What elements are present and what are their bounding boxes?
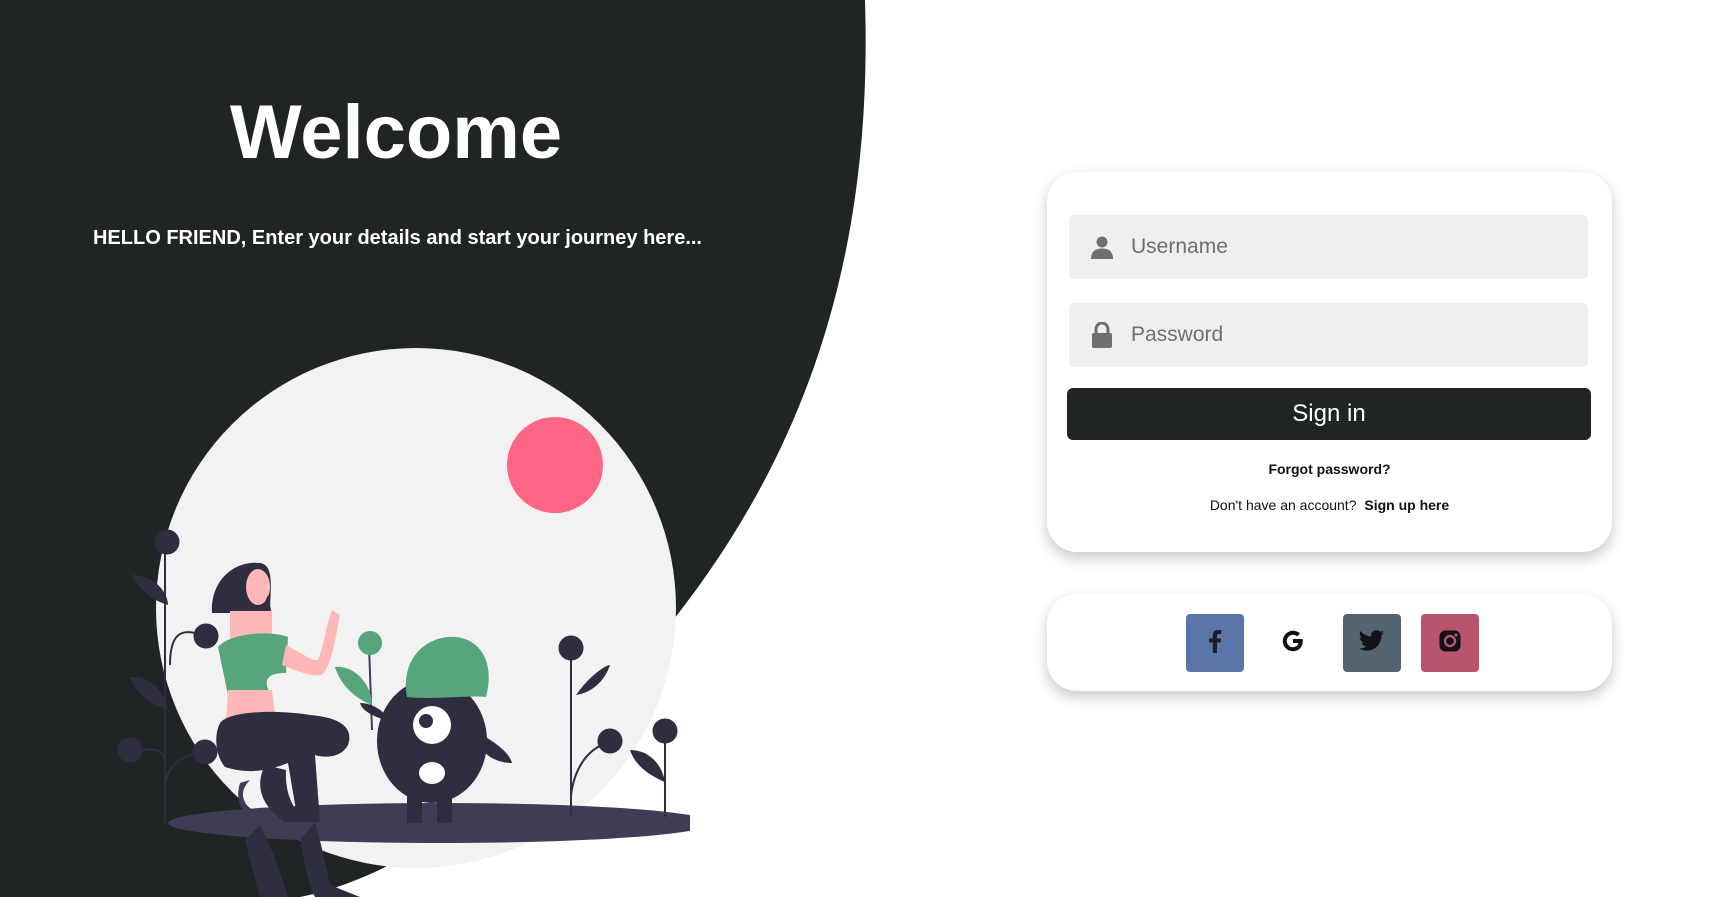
instagram-icon — [1438, 629, 1462, 658]
social-login-card — [1047, 594, 1612, 691]
username-input[interactable] — [1131, 215, 1588, 279]
user-icon — [1089, 234, 1115, 260]
twitter-button[interactable] — [1343, 614, 1401, 672]
password-input[interactable] — [1131, 303, 1588, 367]
instagram-button[interactable] — [1421, 614, 1479, 672]
google-icon — [1281, 629, 1305, 658]
twitter-icon — [1358, 629, 1385, 657]
welcome-subtitle: HELLO FRIEND, Enter your details and sta… — [92, 227, 702, 249]
welcome-title: Welcome — [229, 90, 563, 175]
signup-link[interactable]: Sign up here — [1364, 497, 1449, 513]
username-field[interactable] — [1069, 215, 1588, 279]
facebook-button[interactable] — [1186, 614, 1244, 672]
hero-illustration — [117, 348, 690, 897]
signin-button[interactable]: Sign in — [1067, 388, 1591, 440]
signup-row: Don't have an account? Sign up here — [1047, 497, 1612, 513]
lock-icon — [1089, 322, 1115, 348]
google-button[interactable] — [1264, 614, 1322, 672]
login-page: Welcome HELLO FRIEND, Enter your details… — [0, 0, 1715, 897]
login-card: Sign in Forgot password? Don't have an a… — [1047, 172, 1612, 552]
no-account-text: Don't have an account? — [1209, 497, 1357, 513]
facebook-icon — [1208, 629, 1222, 658]
sun-circle — [507, 417, 603, 513]
password-field[interactable] — [1069, 303, 1588, 367]
forgot-password-link[interactable]: Forgot password? — [1047, 461, 1612, 477]
